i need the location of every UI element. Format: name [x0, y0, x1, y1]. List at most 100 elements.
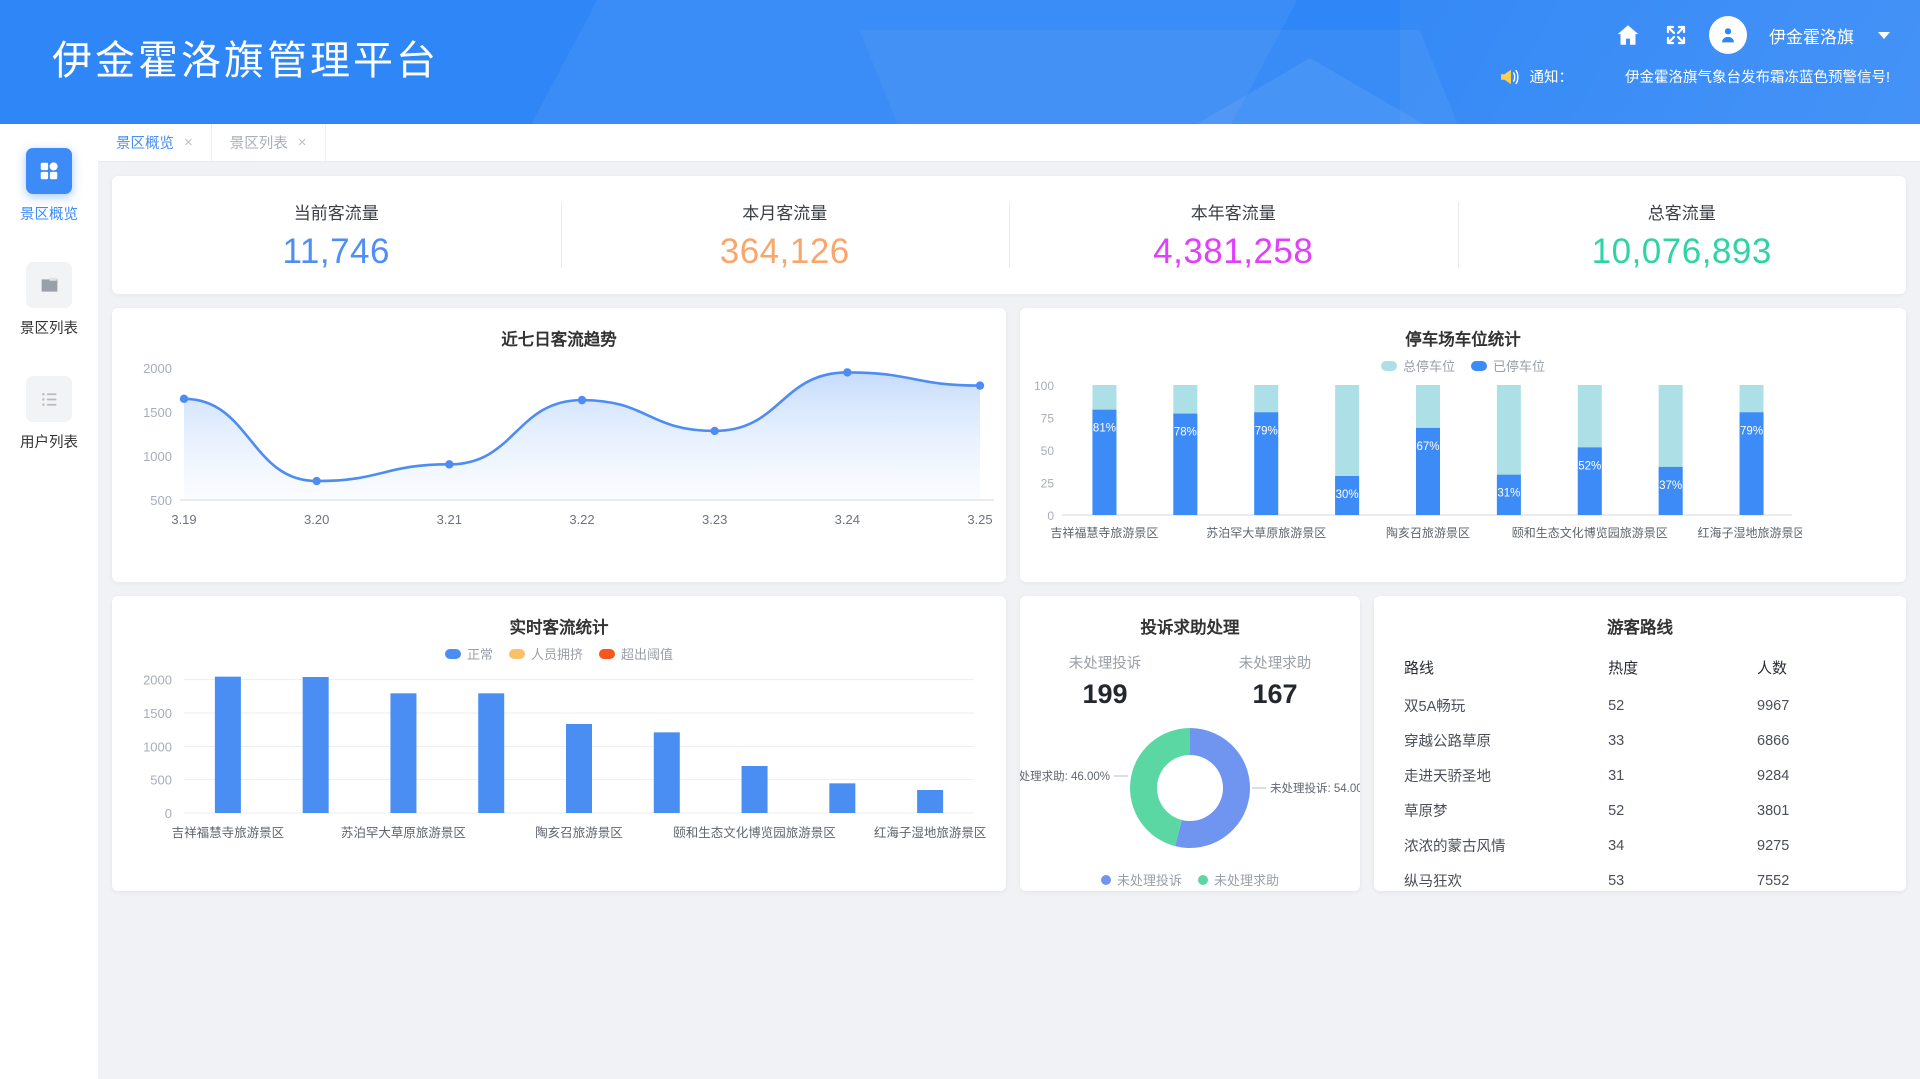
chart-title: 投诉求助处理 — [1140, 619, 1240, 637]
svg-text:3.21: 3.21 — [437, 512, 462, 527]
svg-text:红海子湿地旅游景区: 红海子湿地旅游景区 — [1698, 525, 1802, 540]
kpi-value: 4,381,258 — [1153, 231, 1314, 271]
table-row[interactable]: 走进天骄圣地 31 9284 — [1374, 758, 1906, 793]
home-icon[interactable] — [1613, 20, 1643, 50]
cell-heat: 53 — [1608, 872, 1625, 889]
routes-card: 游客路线 路线 热度 人数 双5A畅玩 52 9967 穿越公路草原 33 6866 走进天… — [1374, 596, 1906, 891]
megaphone-icon — [1499, 68, 1521, 86]
stat-label: 未处理投诉 — [1068, 656, 1142, 672]
kpi-card-group: 当前客流量 11,746 本月客流量 364,126 本年客流量 4,381,2… — [112, 176, 1906, 294]
svg-text:30%: 30% — [1336, 489, 1359, 501]
svg-text:0: 0 — [165, 806, 172, 821]
legend-label: 总停车位 — [1402, 359, 1455, 374]
svg-text:3.25: 3.25 — [967, 512, 992, 527]
legend-label: 未处理投诉 — [1116, 873, 1182, 888]
realtime-legend: 正常 人员拥挤 超出阈值 — [112, 644, 1006, 663]
legend-item-normal[interactable]: 正常 — [444, 644, 493, 663]
cell-route: 走进天骄圣地 — [1404, 769, 1491, 785]
svg-text:75: 75 — [1041, 412, 1055, 426]
tab-scenic-list[interactable]: 景区列表 × — [212, 124, 326, 161]
stat-unhandled-complaints: 未处理投诉 199 — [1020, 652, 1190, 710]
kpi-label: 本年客流量 — [1190, 203, 1276, 223]
svg-text:颐和生态文化博览园旅游景区: 颐和生态文化博览园旅游景区 — [1512, 525, 1668, 540]
cell-route: 纵马狂欢 — [1404, 874, 1462, 890]
avatar[interactable] — [1709, 16, 1747, 54]
svg-text:500: 500 — [150, 493, 172, 508]
svg-text:陶亥召旅游景区: 陶亥召旅游景区 — [535, 825, 623, 840]
svg-text:2000: 2000 — [143, 361, 172, 376]
svg-text:25: 25 — [1041, 477, 1055, 491]
cell-count: 9275 — [1757, 837, 1790, 854]
donut-legend: 未处理投诉 未处理求助 — [1020, 870, 1360, 889]
table-row[interactable]: 纵马狂欢 53 7552 — [1374, 863, 1906, 898]
realtime-traffic-chart: 0 500 1000 1500 2000 吉祥福慧寺旅游景区 苏泊罕大草原旅游景区 陶亥召旅游… — [143, 673, 986, 840]
user-name[interactable]: 伊金霍洛旗 — [1769, 23, 1854, 48]
legend-swatch — [1100, 874, 1111, 885]
svg-text:31%: 31% — [1497, 488, 1520, 500]
traffic-trend-chart: 500 1000 1500 2000 3.19 3.20 3.21 3.22 3.23 3.24 3… — [143, 361, 994, 527]
close-icon[interactable]: × — [184, 134, 193, 151]
legend-label: 已停车位 — [1493, 359, 1546, 374]
parking-stats-chart: 0 25 50 75 100 81% 78% 79% 30% 67% 31% 52% 37% 79% 吉祥福… — [1034, 379, 1802, 540]
legend-swatch — [1198, 874, 1208, 885]
kpi-value: 11,746 — [282, 231, 390, 271]
header-decor-a — [501, 0, 1319, 124]
stat-value: 199 — [1082, 679, 1128, 709]
page-title: 伊金霍洛旗管理平台 — [52, 39, 439, 83]
cell-heat: 52 — [1608, 802, 1625, 819]
cell-heat: 33 — [1608, 732, 1625, 749]
fullscreen-icon[interactable] — [1661, 20, 1691, 50]
sidebar-item-overview[interactable]: 景区概览 — [0, 148, 98, 224]
table-row[interactable]: 草原梦 52 3801 — [1374, 793, 1906, 828]
content-area: 景区概览 × 景区列表 × 当前客流量 11,746 本月客流量 364,126 — [98, 124, 1920, 1079]
column-header-heat: 热度 — [1608, 660, 1639, 677]
table-row[interactable]: 浓浓的蒙古风情 34 9275 — [1374, 828, 1906, 863]
cell-route: 浓浓的蒙古风情 — [1404, 839, 1506, 855]
stat-value: 167 — [1252, 679, 1298, 709]
dashboard: 当前客流量 11,746 本月客流量 364,126 本年客流量 4,381,2… — [98, 162, 1920, 1079]
kpi-value: 10,076,893 — [1591, 231, 1772, 271]
legend-item-over-threshold[interactable]: 超出阈值 — [599, 644, 673, 663]
complaint-card: 投诉求助处理 未处理投诉 199 未处理求助 167 未处理投诉: 54.00%… — [1020, 596, 1360, 891]
table-row[interactable]: 双5A畅玩 52 9967 — [1374, 688, 1906, 723]
svg-text:吉祥福慧寺旅游景区: 吉祥福慧寺旅游景区 — [172, 825, 285, 840]
sidebar: 景区概览 景区列表 用户列表 — [0, 124, 98, 1079]
header-decor-triangle — [1190, 58, 1430, 124]
legend-item-total[interactable]: 总停车位 — [1380, 356, 1455, 375]
legend-swatch — [1471, 360, 1487, 371]
notice-text[interactable]: 伊金霍洛旗气象台发布霜冻蓝色预警信号! — [1625, 66, 1890, 87]
legend-item-complaints[interactable]: 未处理投诉 — [1100, 870, 1182, 889]
legend-swatch — [508, 648, 525, 659]
notice-bar: 通知： 伊金霍洛旗气象台发布霜冻蓝色预警信号! — [1499, 66, 1890, 87]
sidebar-item-scenic-list[interactable]: 景区列表 — [0, 262, 98, 338]
close-icon[interactable]: × — [298, 134, 307, 151]
cell-route: 双5A畅玩 — [1404, 699, 1466, 715]
header-decor-b — [859, 30, 1501, 124]
kpi-total-traffic: 总客流量 10,076,893 — [1458, 199, 1907, 272]
kpi-value: 364,126 — [719, 231, 850, 271]
tab-scenic-overview[interactable]: 景区概览 × — [98, 124, 212, 161]
chevron-down-icon[interactable] — [1878, 31, 1890, 39]
tab-label: 景区列表 — [229, 136, 288, 152]
svg-text:1000: 1000 — [143, 449, 172, 464]
sidebar-item-label: 景区列表 — [20, 321, 78, 337]
svg-text:100: 100 — [1034, 379, 1054, 393]
parking-stats-card: 停车场车位统计 总停车位 已停车位 0 25 50 75 100 81% 78% 79% 30%… — [1020, 308, 1906, 582]
kpi-month-traffic: 本月客流量 364,126 — [561, 199, 1010, 272]
legend-item-crowded[interactable]: 人员拥挤 — [508, 644, 583, 663]
svg-text:52%: 52% — [1578, 460, 1601, 472]
header-actions: 伊金霍洛旗 — [1613, 16, 1890, 54]
tab-label: 景区概览 — [116, 136, 174, 152]
legend-item-requests[interactable]: 未处理求助 — [1198, 870, 1279, 889]
svg-text:1500: 1500 — [143, 405, 172, 420]
svg-text:1500: 1500 — [143, 706, 172, 721]
legend-item-used[interactable]: 已停车位 — [1471, 356, 1545, 375]
list-icon — [26, 376, 72, 422]
svg-text:3.19: 3.19 — [171, 512, 196, 527]
kpi-label: 本月客流量 — [742, 203, 828, 223]
routes-table-body: 双5A畅玩 52 9967 穿越公路草原 33 6866 走进天骄圣地 31 9284 草原梦 52… — [1374, 688, 1906, 898]
table-row[interactable]: 穿越公路草原 33 6866 — [1374, 723, 1906, 758]
sidebar-item-user-list[interactable]: 用户列表 — [0, 376, 98, 452]
svg-text:67%: 67% — [1416, 441, 1439, 453]
table-header-row: 路线 热度 人数 — [1374, 650, 1906, 688]
